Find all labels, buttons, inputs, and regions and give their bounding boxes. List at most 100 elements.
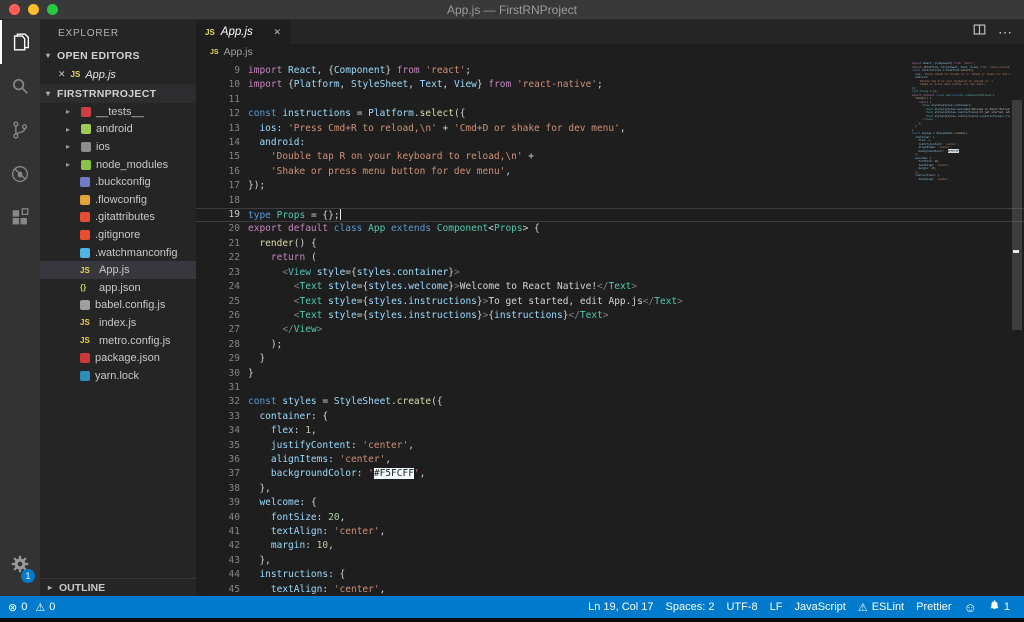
line-number: 10 — [196, 78, 240, 92]
scrollbar-thumb[interactable] — [1012, 100, 1022, 330]
code-line[interactable]: 37 backgroundColor: '#F5FCFF', — [196, 467, 1024, 481]
outline-header[interactable]: ▸ OUTLINE — [40, 578, 196, 596]
code-line[interactable]: 10import {Platform, StyleSheet, Text, Vi… — [196, 78, 1024, 92]
line-number: 22 — [196, 251, 240, 265]
tree-item[interactable]: .buckconfig — [40, 173, 196, 191]
code-line[interactable]: 20export default class App extends Compo… — [196, 222, 1024, 236]
status-item-prettier[interactable]: Prettier — [910, 596, 957, 618]
code-line[interactable]: 43 }, — [196, 554, 1024, 568]
tree-item[interactable]: yarn.lock — [40, 367, 196, 385]
chevron-right-icon: ▸ — [66, 160, 76, 169]
code-line[interactable]: 18 — [196, 194, 1024, 208]
code-line[interactable]: 33 container: { — [196, 410, 1024, 424]
tree-item[interactable]: {}app.json — [40, 279, 196, 297]
problems-indicator[interactable]: ⊗ 0 ⚠ 0 — [8, 596, 61, 618]
status-item-feedback[interactable]: ☺ — [958, 596, 983, 618]
code-line[interactable]: 13 ios: 'Press Cmd+R to reload,\n' + 'Cm… — [196, 122, 1024, 136]
code-line[interactable]: 28 ); — [196, 338, 1024, 352]
split-editor-icon[interactable] — [973, 23, 986, 41]
breadcrumb[interactable]: JS App.js — [196, 44, 1024, 60]
code-line[interactable]: 36 alignItems: 'center', — [196, 453, 1024, 467]
source-control-icon[interactable] — [0, 108, 40, 152]
code-line[interactable]: 9import React, {Component} from 'react'; — [196, 64, 1024, 78]
folder-icon — [81, 142, 91, 152]
code-line[interactable]: 25 <Text style={styles.instructions}>To … — [196, 295, 1024, 309]
code-line[interactable]: 38 }, — [196, 482, 1024, 496]
search-icon[interactable] — [0, 64, 40, 108]
code-line[interactable]: 27 </View> — [196, 323, 1024, 337]
line-number: 9 — [196, 64, 240, 78]
code-editor[interactable]: 9import React, {Component} from 'react';… — [196, 60, 1024, 596]
code-line[interactable]: 44 instructions: { — [196, 568, 1024, 582]
tree-item[interactable]: JSindex.js — [40, 314, 196, 332]
tree-item[interactable]: JSmetro.config.js — [40, 332, 196, 350]
status-item-eol[interactable]: LF — [764, 596, 789, 618]
code-line[interactable]: 39 welcome: { — [196, 496, 1024, 510]
extensions-icon[interactable] — [0, 196, 40, 240]
open-editor-item[interactable]: ✕ JS App.js — [40, 65, 196, 84]
line-number: 39 — [196, 496, 240, 510]
chevron-right-icon: ▸ — [66, 142, 76, 151]
status-item-cursor-position[interactable]: Ln 19, Col 17 — [582, 596, 659, 618]
tree-item[interactable]: ▸__tests__ — [40, 103, 196, 121]
code-line[interactable]: 34 flex: 1, — [196, 424, 1024, 438]
code-line[interactable]: 29 } — [196, 352, 1024, 366]
zoom-window-button[interactable] — [47, 4, 58, 15]
code-line[interactable]: 41 textAlign: 'center', — [196, 525, 1024, 539]
code-line[interactable]: 24 <Text style={styles.welcome}>Welcome … — [196, 280, 1024, 294]
close-icon[interactable]: ✕ — [58, 69, 66, 80]
tree-item[interactable]: package.json — [40, 349, 196, 367]
code-line[interactable]: 30} — [196, 367, 1024, 381]
tree-item[interactable]: babel.config.js — [40, 297, 196, 315]
breadcrumb-item[interactable]: App.js — [224, 46, 253, 58]
file-label: android — [96, 123, 133, 135]
status-bar: ⊗ 0 ⚠ 0 Ln 19, Col 17Spaces: 2UTF-8LFJav… — [0, 596, 1024, 618]
status-item-eslint[interactable]: ⚠ESLint — [852, 596, 910, 618]
code-line[interactable]: 26 <Text style={styles.instructions}>{in… — [196, 309, 1024, 323]
tree-item[interactable]: .gitattributes — [40, 209, 196, 227]
explorer-icon[interactable] — [0, 20, 40, 64]
more-actions-icon[interactable]: ⋯ — [998, 24, 1012, 41]
minimize-window-button[interactable] — [28, 4, 39, 15]
close-icon[interactable]: ✕ — [273, 27, 281, 38]
code-line[interactable]: 21 render() { — [196, 237, 1024, 251]
code-line[interactable]: 16 'Shake or press menu button for dev m… — [196, 165, 1024, 179]
code-line[interactable]: 32const styles = StyleSheet.create({ — [196, 395, 1024, 409]
code-line[interactable]: 15 'Double tap R on your keyboard to rel… — [196, 150, 1024, 164]
file-label: __tests__ — [96, 106, 144, 118]
code-line[interactable]: 11 — [196, 93, 1024, 107]
code-line[interactable]: 40 fontSize: 20, — [196, 511, 1024, 525]
tree-item[interactable]: .gitignore — [40, 226, 196, 244]
code-line[interactable]: 42 margin: 10, — [196, 539, 1024, 553]
tab-appjs[interactable]: JS App.js ✕ — [196, 20, 290, 44]
tree-item[interactable]: .watchmanconfig — [40, 244, 196, 262]
close-window-button[interactable] — [9, 4, 20, 15]
code-line[interactable]: 22 return ( — [196, 251, 1024, 265]
status-item-encoding[interactable]: UTF-8 — [720, 596, 763, 618]
status-item-indentation[interactable]: Spaces: 2 — [660, 596, 721, 618]
tree-item[interactable]: .flowconfig — [40, 191, 196, 209]
code-area: 9import React, {Component} from 'react';… — [196, 60, 1024, 596]
editor-scrollbar[interactable] — [1010, 60, 1024, 596]
code-line[interactable]: 12const instructions = Platform.select({ — [196, 107, 1024, 121]
debug-icon[interactable] — [0, 152, 40, 196]
settings-gear-icon[interactable]: 1 — [9, 553, 31, 580]
code-line[interactable]: 45 textAlign: 'center', — [196, 583, 1024, 596]
status-item-language-mode[interactable]: JavaScript — [788, 596, 851, 618]
code-line[interactable]: 23 <View style={styles.container}> — [196, 266, 1024, 280]
tree-item[interactable]: JSApp.js — [40, 261, 196, 279]
code-line[interactable]: 17}); — [196, 179, 1024, 193]
minimap[interactable]: import React, {Component} from 'react';i… — [912, 62, 1010, 181]
open-editors-header[interactable]: ▾ OPEN EDITORS — [40, 46, 196, 65]
tree-item[interactable]: ▸ios — [40, 138, 196, 156]
status-item-notifications[interactable]: 1 — [983, 596, 1016, 618]
code-line[interactable]: 35 justifyContent: 'center', — [196, 439, 1024, 453]
code-line[interactable]: 31 — [196, 381, 1024, 395]
warning-icon: ⚠ — [35, 601, 45, 614]
project-root-header[interactable]: ▾ FIRSTRNPROJECT — [40, 84, 196, 103]
code-line[interactable]: 19type Props = {}; — [196, 208, 1024, 222]
tree-item[interactable]: ▸node_modules — [40, 156, 196, 174]
line-number: 15 — [196, 150, 240, 164]
tree-item[interactable]: ▸android — [40, 121, 196, 139]
code-line[interactable]: 14 android: — [196, 136, 1024, 150]
